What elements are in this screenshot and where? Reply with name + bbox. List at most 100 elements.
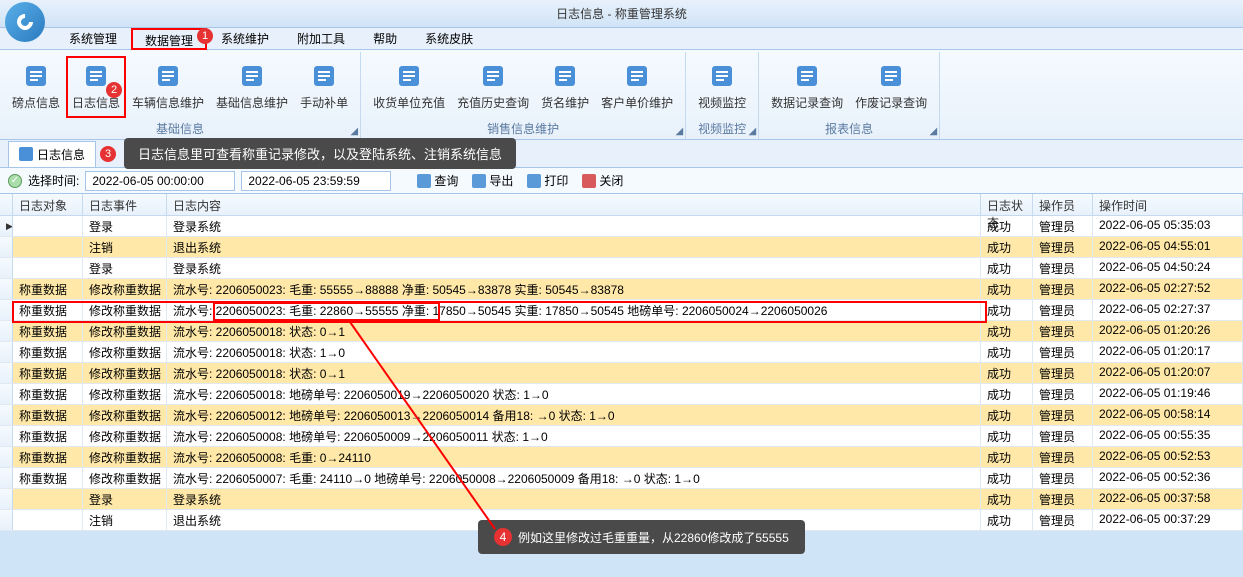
ribbon-btn-日志信息[interactable]: 日志信息2 [66, 56, 126, 118]
cell: 登录 [83, 489, 167, 509]
ribbon-label: 视频监控 [698, 94, 746, 111]
cell: 2022-06-05 02:27:52 [1093, 279, 1243, 299]
cell: 修改称重数据 [83, 405, 167, 425]
cell: 修改称重数据 [83, 426, 167, 446]
ribbon-btn-客户单价维护[interactable]: 客户单价维护 [595, 56, 679, 118]
expand-icon[interactable]: ◢ [675, 126, 683, 137]
cell: 登录 [83, 258, 167, 278]
menu-1[interactable]: 数据管理1 [131, 28, 207, 50]
cell: 管理员 [1033, 216, 1093, 236]
log-grid: 日志对象 日志事件 日志内容 日志状态 操作员 操作时间 ▶登录登录系统成功管理… [0, 194, 1243, 531]
ribbon-btn-货名维护[interactable]: 货名维护 [535, 56, 595, 118]
menu-3[interactable]: 附加工具 [283, 28, 359, 50]
check-icon[interactable]: ✓ [8, 174, 22, 188]
row-indicator [0, 342, 13, 362]
ribbon-group-0: 磅点信息日志信息2车辆信息维护基础信息维护手动补单基础信息◢ [0, 52, 361, 139]
cell: 流水号: 2206050023: 毛重: 22860→55555 净重: 178… [167, 300, 981, 320]
row-indicator [0, 510, 13, 530]
table-row[interactable]: 称重数据修改称重数据流水号: 2206050018: 状态: 0→1成功管理员2… [0, 321, 1243, 342]
table-row[interactable]: 称重数据修改称重数据流水号: 2206050008: 地磅单号: 2206050… [0, 426, 1243, 447]
close-button[interactable]: 关闭 [578, 170, 627, 191]
menu-0[interactable]: 系统管理 [55, 28, 131, 50]
ribbon-btn-手动补单[interactable]: 手动补单 [294, 56, 354, 118]
table-row[interactable]: ▶登录登录系统成功管理员2022-06-05 05:35:03 [0, 216, 1243, 237]
cell: 登录系统 [167, 489, 981, 509]
close-label: 关闭 [599, 172, 623, 189]
col-object[interactable]: 日志对象 [13, 194, 83, 215]
cell: 成功 [981, 447, 1033, 467]
ribbon-btn-磅点信息[interactable]: 磅点信息 [6, 56, 66, 118]
cell [13, 216, 83, 236]
table-row[interactable]: 称重数据修改称重数据流水号: 2206050012: 地磅单号: 2206050… [0, 405, 1243, 426]
ribbon-icon [621, 60, 653, 92]
ribbon-group-label: 基础信息 [6, 118, 354, 139]
date-to-input[interactable] [241, 171, 391, 191]
ribbon-btn-收货单位充值[interactable]: 收货单位充值 [367, 56, 451, 118]
row-indicator [0, 468, 13, 488]
table-row[interactable]: 登录登录系统成功管理员2022-06-05 00:37:58 [0, 489, 1243, 510]
cell: 管理员 [1033, 342, 1093, 362]
doc-icon [19, 147, 33, 161]
tab-log-info[interactable]: 日志信息 [8, 141, 96, 167]
cell: 管理员 [1033, 426, 1093, 446]
cell: 成功 [981, 405, 1033, 425]
query-button[interactable]: 查询 [413, 170, 462, 191]
cell: 称重数据 [13, 384, 83, 404]
ribbon-btn-车辆信息维护[interactable]: 车辆信息维护 [126, 56, 210, 118]
cell: 流水号: 2206050008: 地磅单号: 2206050009→220605… [167, 426, 981, 446]
cell: 修改称重数据 [83, 279, 167, 299]
table-row[interactable]: 称重数据修改称重数据流水号: 2206050018: 地磅单号: 2206050… [0, 384, 1243, 405]
cell: 管理员 [1033, 363, 1093, 383]
row-indicator-col [0, 194, 13, 215]
ribbon-btn-视频监控[interactable]: 视频监控 [692, 56, 752, 118]
ribbon-label: 收货单位充值 [373, 94, 445, 111]
ribbon-btn-充值历史查询[interactable]: 充值历史查询 [451, 56, 535, 118]
col-operator[interactable]: 操作员 [1033, 194, 1093, 215]
cell: 2022-06-05 02:27:37 [1093, 300, 1243, 320]
ribbon-icon [549, 60, 581, 92]
table-row[interactable]: 登录登录系统成功管理员2022-06-05 04:50:24 [0, 258, 1243, 279]
date-from-input[interactable] [85, 171, 235, 191]
col-content[interactable]: 日志内容 [167, 194, 981, 215]
toolbar: ✓ 选择时间: 查询 导出 打印 关闭 [0, 168, 1243, 194]
cell: 修改称重数据 [83, 300, 167, 320]
cell: 2022-06-05 00:55:35 [1093, 426, 1243, 446]
cell: 流水号: 2206050007: 毛重: 24110→0 地磅单号: 22060… [167, 468, 981, 488]
cell: 成功 [981, 342, 1033, 362]
expand-icon[interactable]: ◢ [350, 126, 358, 137]
ribbon-label: 基础信息维护 [216, 94, 288, 111]
table-row[interactable]: 称重数据修改称重数据流水号: 2206050007: 毛重: 24110→0 地… [0, 468, 1243, 489]
cell: 流水号: 2206050018: 地磅单号: 2206050019→220605… [167, 384, 981, 404]
expand-icon[interactable]: ◢ [748, 126, 756, 137]
ribbon-btn-基础信息维护[interactable]: 基础信息维护 [210, 56, 294, 118]
col-status[interactable]: 日志状态 [981, 194, 1033, 215]
table-row[interactable]: 称重数据修改称重数据流水号: 2206050023: 毛重: 55555→888… [0, 279, 1243, 300]
print-label: 打印 [544, 172, 568, 189]
cell: 成功 [981, 300, 1033, 320]
cell: 修改称重数据 [83, 342, 167, 362]
col-time[interactable]: 操作时间 [1093, 194, 1243, 215]
table-row[interactable]: 称重数据修改称重数据流水号: 2206050018: 状态: 0→1成功管理员2… [0, 363, 1243, 384]
expand-icon[interactable]: ◢ [929, 126, 937, 137]
export-button[interactable]: 导出 [468, 170, 517, 191]
table-row[interactable]: 称重数据修改称重数据流水号: 2206050018: 状态: 1→0成功管理员2… [0, 342, 1243, 363]
export-icon [472, 174, 486, 188]
ribbon-label: 货名维护 [541, 94, 589, 111]
ribbon-btn-作废记录查询[interactable]: 作废记录查询 [849, 56, 933, 118]
col-event[interactable]: 日志事件 [83, 194, 167, 215]
cell: 成功 [981, 510, 1033, 530]
menu-5[interactable]: 系统皮肤 [411, 28, 487, 50]
cell: 称重数据 [13, 426, 83, 446]
row-indicator [0, 279, 13, 299]
menu-2[interactable]: 系统维护 [207, 28, 283, 50]
print-button[interactable]: 打印 [523, 170, 572, 191]
table-row[interactable]: 注销退出系统成功管理员2022-06-05 04:55:01 [0, 237, 1243, 258]
badge-1: 1 [197, 28, 213, 44]
menu-4[interactable]: 帮助 [359, 28, 411, 50]
ribbon-group-2: 视频监控视频监控◢ [686, 52, 759, 139]
ribbon: 磅点信息日志信息2车辆信息维护基础信息维护手动补单基础信息◢收货单位充值充值历史… [0, 50, 1243, 140]
ribbon-btn-数据记录查询[interactable]: 数据记录查询 [765, 56, 849, 118]
table-row[interactable]: 称重数据修改称重数据流水号: 2206050008: 毛重: 0→24110成功… [0, 447, 1243, 468]
table-row[interactable]: 称重数据修改称重数据流水号: 2206050023: 毛重: 22860→555… [0, 300, 1243, 321]
cell [13, 258, 83, 278]
